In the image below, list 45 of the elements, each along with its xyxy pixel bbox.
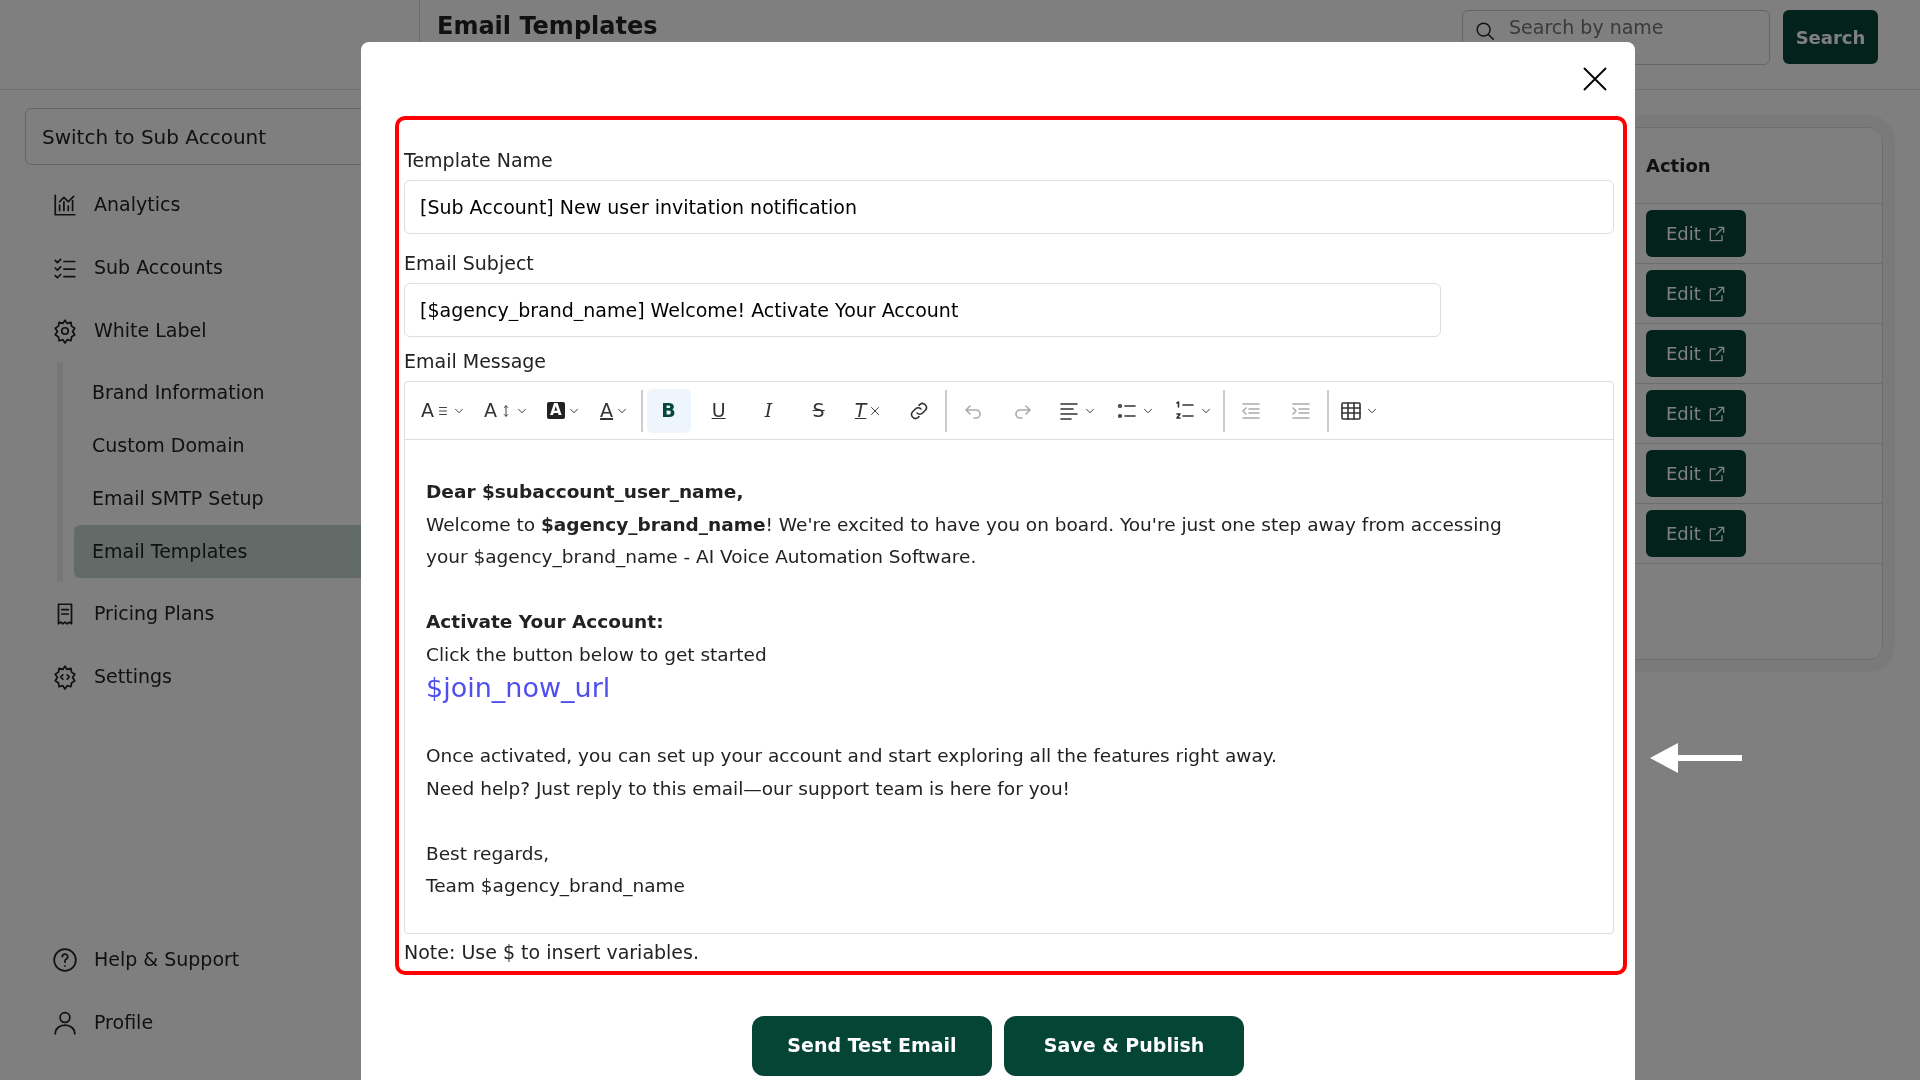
- toolbar-button[interactable]: A: [541, 388, 587, 433]
- chart-icon: [52, 191, 78, 218]
- message-line: Dear $subaccount_user_name,: [426, 480, 745, 504]
- edit-button[interactable]: Edit: [1646, 390, 1746, 437]
- sidebar-item[interactable]: Pricing Plans: [0, 582, 419, 645]
- settings-icon: [52, 663, 78, 690]
- search-icon: [1474, 20, 1496, 42]
- page-title: Email Templates: [437, 12, 659, 41]
- edit-button[interactable]: Edit: [1646, 330, 1746, 377]
- search-button[interactable]: Search: [1783, 10, 1878, 64]
- field-label: Email Message: [404, 349, 548, 374]
- toolbar-button[interactable]: S: [796, 388, 841, 433]
- arrow-icon: [1650, 740, 1742, 776]
- sidebar-item[interactable]: Profile: [0, 991, 419, 1054]
- column-header: Action: [1646, 154, 1712, 178]
- edit-button[interactable]: Edit: [1646, 510, 1746, 557]
- toolbar-button[interactable]: A: [478, 388, 535, 433]
- variable-link[interactable]: $join_now_url: [426, 671, 611, 705]
- message-line: Team $agency_brand_name: [426, 874, 686, 899]
- help-icon: [52, 946, 78, 973]
- edit-button[interactable]: Edit: [1646, 210, 1746, 257]
- message-line: Click the button below to get started: [426, 642, 768, 667]
- message-line: Welcome to $agency_brand_name! We're excited to have you on board. You're just one step away from accessing your $agency_brand_name - AI Voice Automation Software.: [426, 512, 1503, 570]
- field-label: Email Subject: [404, 251, 535, 276]
- toolbar-button[interactable]: T: [846, 388, 891, 433]
- message-line: Need help? Just reply to this email—our support team is here for you!: [426, 776, 1072, 801]
- sidebar-item[interactable]: Settings: [0, 645, 419, 708]
- toolbar-button[interactable]: A: [592, 388, 637, 433]
- toolbar-button[interactable]: I: [746, 388, 791, 433]
- close-icon: [1581, 65, 1609, 93]
- message-line: Best regards,: [426, 841, 551, 866]
- email-subject-field[interactable]: [$agency_brand_name] Welcome! Activate Your Account: [404, 283, 1441, 337]
- toolbar-button[interactable]: B: [646, 388, 691, 433]
- note-text: Note: Use $ to insert variables.: [404, 940, 700, 965]
- toolbar-button[interactable]: A: [415, 388, 472, 433]
- gear-icon: [52, 317, 78, 344]
- message-line: Once activated, you can set up your account and start exploring all the features right away.: [426, 744, 1278, 768]
- user-icon: [52, 1009, 78, 1036]
- template-name-field[interactable]: [Sub Account] New user invitation notification: [404, 180, 1614, 234]
- edit-button[interactable]: Edit: [1646, 270, 1746, 317]
- toolbar-button[interactable]: U: [696, 388, 741, 433]
- action-button[interactable]: Save & Publish: [1004, 1015, 1244, 1076]
- action-button[interactable]: Send Test Email: [752, 1015, 992, 1076]
- edit-button[interactable]: Edit: [1646, 450, 1746, 497]
- message-line: Activate Your Account:: [426, 610, 665, 634]
